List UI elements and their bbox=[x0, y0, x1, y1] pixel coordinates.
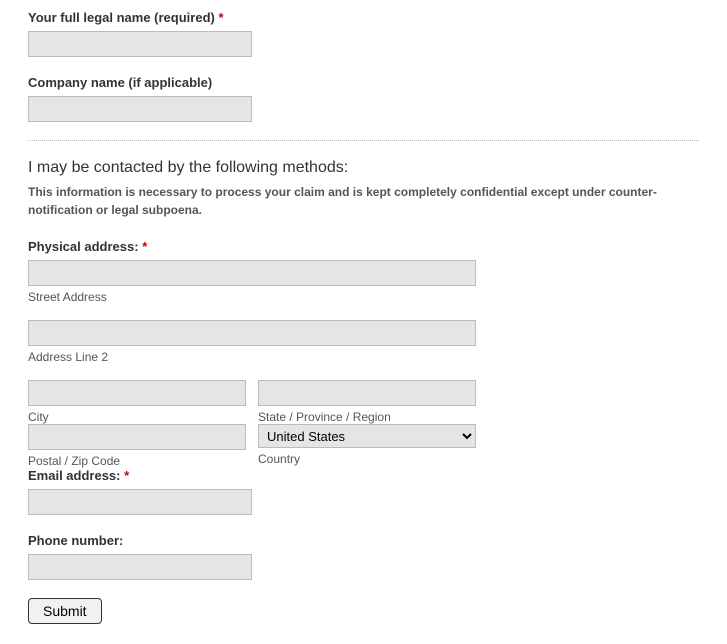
contact-methods-heading: I may be contacted by the following meth… bbox=[28, 159, 699, 177]
email-label-text: Email address: bbox=[28, 468, 121, 483]
address-line2-sublabel: Address Line 2 bbox=[28, 350, 699, 364]
city-state-row: City State / Province / Region bbox=[28, 380, 699, 424]
required-marker: * bbox=[142, 239, 147, 254]
full-name-group: Your full legal name (required) * bbox=[28, 10, 699, 57]
email-input[interactable] bbox=[28, 489, 252, 515]
phone-group: Phone number: bbox=[28, 533, 699, 580]
submit-button[interactable]: Submit bbox=[28, 598, 102, 624]
required-marker: * bbox=[218, 10, 223, 25]
company-name-group: Company name (if applicable) bbox=[28, 75, 699, 122]
country-select[interactable]: United States bbox=[258, 424, 476, 448]
postal-sublabel: Postal / Zip Code bbox=[28, 454, 246, 468]
company-name-input[interactable] bbox=[28, 96, 252, 122]
postal-input[interactable] bbox=[28, 424, 246, 450]
country-sublabel: Country bbox=[258, 452, 476, 466]
state-input[interactable] bbox=[258, 380, 476, 406]
street-address-input[interactable] bbox=[28, 260, 476, 286]
full-name-input[interactable] bbox=[28, 31, 252, 57]
address-line2-input[interactable] bbox=[28, 320, 476, 346]
city-input[interactable] bbox=[28, 380, 246, 406]
contact-methods-note: This information is necessary to process… bbox=[28, 183, 699, 219]
state-col: State / Province / Region bbox=[258, 380, 476, 424]
postal-country-row: Postal / Zip Code United States Country bbox=[28, 424, 699, 468]
email-label: Email address: * bbox=[28, 468, 699, 483]
full-name-label: Your full legal name (required) * bbox=[28, 10, 699, 25]
email-group: Email address: * bbox=[28, 468, 699, 515]
city-col: City bbox=[28, 380, 246, 424]
state-sublabel: State / Province / Region bbox=[258, 410, 476, 424]
country-col: United States Country bbox=[258, 424, 476, 468]
physical-address-label-text: Physical address: bbox=[28, 239, 139, 254]
postal-col: Postal / Zip Code bbox=[28, 424, 246, 468]
required-marker: * bbox=[124, 468, 129, 483]
address-line2-group: Address Line 2 bbox=[28, 320, 699, 364]
physical-address-label: Physical address: * bbox=[28, 239, 699, 254]
full-name-label-text: Your full legal name (required) bbox=[28, 10, 215, 25]
company-name-label: Company name (if applicable) bbox=[28, 75, 699, 90]
physical-address-group: Physical address: * Street Address bbox=[28, 239, 699, 304]
section-divider bbox=[28, 140, 699, 141]
city-sublabel: City bbox=[28, 410, 246, 424]
phone-input[interactable] bbox=[28, 554, 252, 580]
phone-label: Phone number: bbox=[28, 533, 699, 548]
street-address-sublabel: Street Address bbox=[28, 290, 699, 304]
